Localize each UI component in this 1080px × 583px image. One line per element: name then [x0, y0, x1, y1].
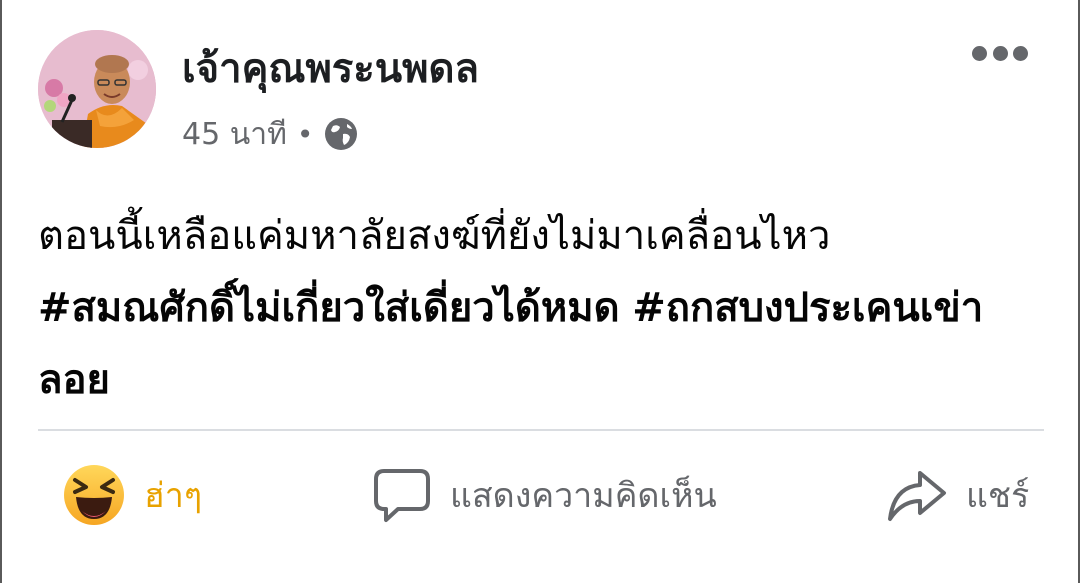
- post-card: เจ้าคุณพระนพดล 45 นาที • ตอนนี้เหลือแค่ม…: [0, 0, 1080, 583]
- meta-separator: •: [296, 117, 314, 151]
- haha-emoji-icon: [64, 465, 124, 525]
- author-name[interactable]: เจ้าคุณพระนพดล: [182, 36, 479, 100]
- comment-bubble-icon: [374, 469, 430, 522]
- post-divider: [38, 429, 1044, 431]
- share-arrow-icon: [888, 471, 946, 521]
- author-avatar[interactable]: [38, 30, 156, 148]
- more-horizontal-icon-dot-1: [972, 45, 987, 61]
- globe-icon[interactable]: [323, 116, 359, 152]
- reaction-label: ฮ่าๆ: [144, 476, 203, 516]
- more-horizontal-icon-dot-2: [992, 45, 1008, 61]
- post-meta: 45 นาที •: [182, 112, 359, 156]
- share-label: แชร์: [966, 476, 1030, 516]
- comment-button[interactable]: แสดงความคิดเห็น: [372, 462, 717, 528]
- post-timestamp[interactable]: 45 นาที: [182, 111, 287, 158]
- more-horizontal-icon-dot-3: [1013, 45, 1028, 61]
- more-options-button[interactable]: [972, 38, 1028, 68]
- avatar-photo: [38, 30, 156, 148]
- post-body-text: ตอนนี้เหลือแค่มหาลัยสงฆ์ที่ยังไม่มาเคลื่…: [38, 213, 831, 259]
- hashtag-link[interactable]: #สมณศักดิ์ไม่เกี่ยวใส่เดี่ยวได้หมด: [38, 285, 620, 331]
- share-button[interactable]: แชร์: [886, 462, 1029, 528]
- reaction-button[interactable]: ฮ่าๆ: [62, 462, 202, 528]
- post-body: ตอนนี้เหลือแค่มหาลัยสงฆ์ที่ยังไม่มาเคลื่…: [38, 200, 1048, 416]
- comment-label: แสดงความคิดเห็น: [450, 476, 717, 516]
